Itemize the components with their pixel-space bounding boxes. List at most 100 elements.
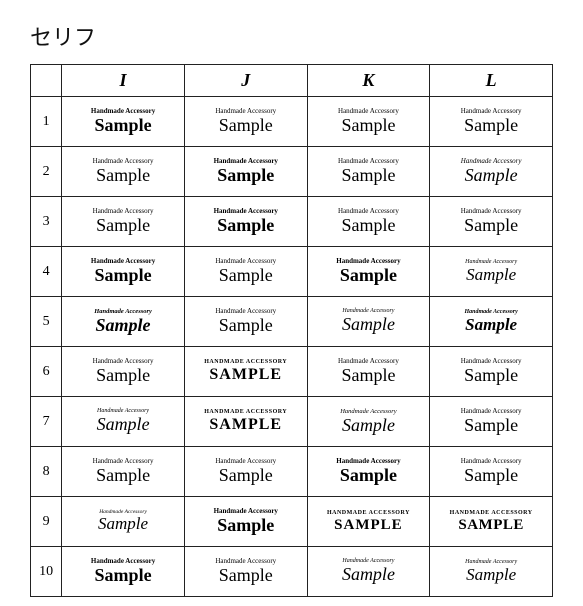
- sample-word: Sample: [311, 116, 427, 136]
- table-row: 10 Handmade Accessory Sample Handmade Ac…: [31, 547, 553, 597]
- sample-word: Sample: [65, 266, 181, 286]
- cell-3-J: Handmade Accessory Sample: [184, 197, 307, 247]
- row-num: 4: [31, 247, 62, 297]
- cell-1-K: Handmade Accessory Sample: [307, 97, 430, 147]
- cell-3-I: Handmade Accessory Sample: [62, 197, 185, 247]
- cell-8-J: Handmade Accessory Sample: [184, 447, 307, 497]
- table-row: 8 Handmade Accessory Sample Handmade Acc…: [31, 447, 553, 497]
- sample-word: Sample: [65, 515, 181, 534]
- sample-word: SAMPLE: [433, 517, 549, 534]
- cell-2-L: Handmade Accessory Sample: [430, 147, 553, 197]
- sample-label: Handmade Accessory: [311, 510, 427, 517]
- table-row: 2 Handmade Accessory Sample Handmade Acc…: [31, 147, 553, 197]
- table-row: 1 Handmade Accessory Sample Handmade Acc…: [31, 97, 553, 147]
- row-num: 10: [31, 547, 62, 597]
- cell-7-K: Handmade Accessory Sample: [307, 397, 430, 447]
- row-num: 8: [31, 447, 62, 497]
- sample-label: Handmade Accessory: [188, 409, 304, 416]
- sample-word: Sample: [433, 466, 549, 486]
- table-row: 3 Handmade Accessory Sample Handmade Acc…: [31, 197, 553, 247]
- cell-3-L: Handmade Accessory Sample: [430, 197, 553, 247]
- cell-5-L: Handmade Accessory Sample: [430, 297, 553, 347]
- sample-word: Sample: [311, 565, 427, 585]
- sample-word: Sample: [311, 366, 427, 386]
- col-header-J: J: [184, 65, 307, 97]
- sample-word: Sample: [65, 216, 181, 236]
- col-header-L: L: [430, 65, 553, 97]
- cell-9-J: Handmade Accessory Sample: [184, 497, 307, 547]
- cell-7-L: Handmade Accessory Sample: [430, 397, 553, 447]
- row-num: 2: [31, 147, 62, 197]
- font-table: I J K L 1 Handmade Accessory Sample Hand…: [30, 64, 553, 597]
- cell-5-K: Handmade Accessory Sample: [307, 297, 430, 347]
- table-row: 5 Handmade Accessory Sample Handmade Acc…: [31, 297, 553, 347]
- cell-4-J: Handmade Accessory Sample: [184, 247, 307, 297]
- cell-2-J: Handmade Accessory Sample: [184, 147, 307, 197]
- sample-word: Sample: [433, 216, 549, 236]
- sample-word: Sample: [433, 316, 549, 335]
- row-num: 6: [31, 347, 62, 397]
- sample-word: Sample: [433, 566, 549, 585]
- col-header-I: I: [62, 65, 185, 97]
- sample-word: Sample: [65, 566, 181, 586]
- sample-label: Handmade Accessory: [188, 359, 304, 366]
- sample-word: Sample: [433, 366, 549, 386]
- sample-word: Sample: [65, 166, 181, 186]
- sample-word: Sample: [433, 116, 549, 136]
- table-row: 7 Handmade Accessory Sample Handmade Acc…: [31, 397, 553, 447]
- cell-4-L: Handmade Accessory Sample: [430, 247, 553, 297]
- col-header-K: K: [307, 65, 430, 97]
- sample-word: SAMPLE: [311, 517, 427, 534]
- cell-1-J: Handmade Accessory Sample: [184, 97, 307, 147]
- sample-word: Sample: [433, 266, 549, 285]
- sample-word: Sample: [433, 166, 549, 186]
- cell-6-J: Handmade Accessory SAMPLE: [184, 347, 307, 397]
- cell-5-J: Handmade Accessory Sample: [184, 297, 307, 347]
- cell-2-I: Handmade Accessory Sample: [62, 147, 185, 197]
- page-title: セリフ: [30, 20, 553, 52]
- sample-word: Sample: [188, 566, 304, 586]
- cell-8-I: Handmade Accessory Sample: [62, 447, 185, 497]
- sample-word: Sample: [188, 116, 304, 136]
- cell-7-J: Handmade Accessory SAMPLE: [184, 397, 307, 447]
- cell-9-K: Handmade Accessory SAMPLE: [307, 497, 430, 547]
- sample-word: Sample: [188, 316, 304, 336]
- table-row: 4 Handmade Accessory Sample Handmade Acc…: [31, 247, 553, 297]
- cell-9-I: Handmade Accessory Sample: [62, 497, 185, 547]
- corner-header: [31, 65, 62, 97]
- sample-word: Sample: [188, 266, 304, 286]
- sample-word: Sample: [433, 416, 549, 436]
- cell-9-L: Handmade Accessory SAMPLE: [430, 497, 553, 547]
- sample-word: Sample: [311, 416, 427, 436]
- row-num: 1: [31, 97, 62, 147]
- sample-word: Sample: [188, 466, 304, 486]
- cell-6-I: Handmade Accessory Sample: [62, 347, 185, 397]
- sample-word: Sample: [65, 316, 181, 336]
- cell-3-K: Handmade Accessory Sample: [307, 197, 430, 247]
- sample-word: Sample: [188, 216, 304, 236]
- cell-4-K: Handmade Accessory Sample: [307, 247, 430, 297]
- table-row: 6 Handmade Accessory Sample Handmade Acc…: [31, 347, 553, 397]
- cell-7-I: Handmade Accessory Sample: [62, 397, 185, 447]
- cell-8-K: Handmade Accessory Sample: [307, 447, 430, 497]
- cell-10-L: Handmade Accessory Sample: [430, 547, 553, 597]
- row-num: 5: [31, 297, 62, 347]
- cell-1-I: Handmade Accessory Sample: [62, 97, 185, 147]
- sample-word: Sample: [188, 166, 304, 186]
- cell-2-K: Handmade Accessory Sample: [307, 147, 430, 197]
- cell-8-L: Handmade Accessory Sample: [430, 447, 553, 497]
- cell-5-I: Handmade Accessory Sample: [62, 297, 185, 347]
- row-num: 3: [31, 197, 62, 247]
- sample-word: Sample: [311, 266, 427, 286]
- sample-word: Sample: [311, 216, 427, 236]
- sample-word: Sample: [311, 315, 427, 335]
- row-num: 9: [31, 497, 62, 547]
- cell-1-L: Handmade Accessory Sample: [430, 97, 553, 147]
- page: セリフ I J K L 1 Handmade Accessory Sample …: [0, 0, 583, 606]
- row-num: 7: [31, 397, 62, 447]
- cell-10-K: Handmade Accessory Sample: [307, 547, 430, 597]
- sample-word: Sample: [65, 466, 181, 486]
- sample-word: SAMPLE: [188, 366, 304, 384]
- sample-word: Sample: [188, 516, 304, 536]
- cell-4-I: Handmade Accessory Sample: [62, 247, 185, 297]
